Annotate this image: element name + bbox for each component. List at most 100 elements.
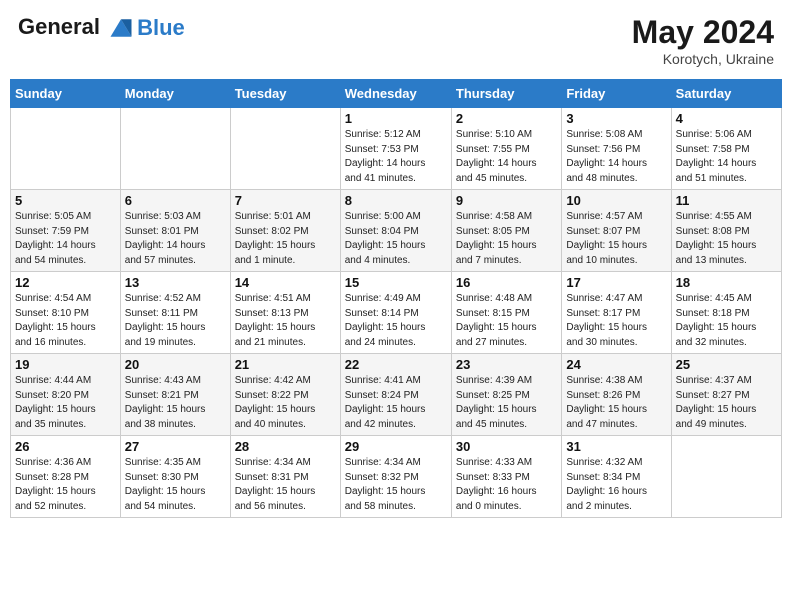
day-of-week-header: Sunday	[11, 80, 121, 108]
calendar-cell: 18 Sunrise: 4:45 AMSunset: 8:18 PMDayligh…	[671, 272, 781, 354]
calendar-week-row: 12 Sunrise: 4:54 AMSunset: 8:10 PMDayligh…	[11, 272, 782, 354]
day-info: Sunrise: 5:05 AMSunset: 7:59 PMDaylight:…	[15, 210, 116, 268]
day-info: Sunrise: 4:49 AMSunset: 8:14 PMDaylight:…	[345, 292, 447, 350]
day-number: 16	[456, 275, 557, 290]
day-info: Sunrise: 4:32 AMSunset: 8:34 PMDaylight:…	[566, 456, 666, 514]
day-info: Sunrise: 4:33 AMSunset: 8:33 PMDaylight:…	[456, 456, 557, 514]
day-info: Sunrise: 4:48 AMSunset: 8:15 PMDaylight:…	[456, 292, 557, 350]
day-info: Sunrise: 5:03 AMSunset: 8:01 PMDaylight:…	[125, 210, 226, 268]
calendar-week-row: 5 Sunrise: 5:05 AMSunset: 7:59 PMDaylight…	[11, 190, 782, 272]
calendar-cell: 24Sunrise: 4:38 AMSunset: 8:26 PMDayligh…	[562, 354, 671, 436]
day-info: Sunrise: 5:10 AMSunset: 7:55 PMDaylight:…	[456, 128, 557, 186]
day-of-week-header: Saturday	[671, 80, 781, 108]
day-of-week-header: Thursday	[451, 80, 561, 108]
calendar-cell: 16 Sunrise: 4:48 AMSunset: 8:15 PMDayligh…	[451, 272, 561, 354]
day-number: 3	[566, 111, 666, 126]
day-number: 19	[15, 357, 116, 372]
day-number: 11	[676, 193, 777, 208]
calendar-cell: 25Sunrise: 4:37 AMSunset: 8:27 PMDayligh…	[671, 354, 781, 436]
calendar-week-row: 26 Sunrise: 4:36 AMSunset: 8:28 PMDayligh…	[11, 436, 782, 518]
calendar-cell: 28Sunrise: 4:34 AMSunset: 8:31 PMDayligh…	[230, 436, 340, 518]
calendar-cell: 14Sunrise: 4:51 AMSunset: 8:13 PMDayligh…	[230, 272, 340, 354]
logo-blue-text: Blue	[137, 15, 185, 40]
day-of-week-header: Tuesday	[230, 80, 340, 108]
day-number: 22	[345, 357, 447, 372]
day-number: 20	[125, 357, 226, 372]
day-info: Sunrise: 4:47 AMSunset: 8:17 PMDaylight:…	[566, 292, 666, 350]
calendar-body: 1 Sunrise: 5:12 AMSunset: 7:53 PMDaylight…	[11, 108, 782, 518]
day-number: 18	[676, 275, 777, 290]
day-info: Sunrise: 4:42 AMSunset: 8:22 PMDaylight:…	[235, 374, 336, 432]
day-number: 2	[456, 111, 557, 126]
calendar-cell: 19Sunrise: 4:44 AMSunset: 8:20 PMDayligh…	[11, 354, 121, 436]
day-number: 6	[125, 193, 226, 208]
day-number: 25	[676, 357, 777, 372]
day-number: 29	[345, 439, 447, 454]
month-title: May 2024	[632, 14, 774, 51]
calendar-cell: 1 Sunrise: 5:12 AMSunset: 7:53 PMDaylight…	[340, 108, 451, 190]
calendar-cell: 11 Sunrise: 4:55 AMSunset: 8:08 PMDayligh…	[671, 190, 781, 272]
day-info: Sunrise: 4:55 AMSunset: 8:08 PMDaylight:…	[676, 210, 777, 268]
day-of-week-header: Monday	[120, 80, 230, 108]
day-number: 13	[125, 275, 226, 290]
day-info: Sunrise: 4:34 AMSunset: 8:32 PMDaylight:…	[345, 456, 447, 514]
day-info: Sunrise: 4:41 AMSunset: 8:24 PMDaylight:…	[345, 374, 447, 432]
title-block: May 2024 Korotych, Ukraine	[632, 14, 774, 67]
calendar-cell	[230, 108, 340, 190]
calendar-week-row: 1 Sunrise: 5:12 AMSunset: 7:53 PMDaylight…	[11, 108, 782, 190]
calendar-cell: 7 Sunrise: 5:01 AMSunset: 8:02 PMDaylight…	[230, 190, 340, 272]
calendar-cell: 22 Sunrise: 4:41 AMSunset: 8:24 PMDayligh…	[340, 354, 451, 436]
day-number: 10	[566, 193, 666, 208]
calendar-cell	[120, 108, 230, 190]
day-number: 12	[15, 275, 116, 290]
day-number: 23	[456, 357, 557, 372]
day-number: 5	[15, 193, 116, 208]
day-info: Sunrise: 5:12 AMSunset: 7:53 PMDaylight:…	[345, 128, 447, 186]
day-info: Sunrise: 4:39 AMSunset: 8:25 PMDaylight:…	[456, 374, 557, 432]
day-info: Sunrise: 4:57 AMSunset: 8:07 PMDaylight:…	[566, 210, 666, 268]
day-info: Sunrise: 4:54 AMSunset: 8:10 PMDaylight:…	[15, 292, 116, 350]
calendar-cell: 30 Sunrise: 4:33 AMSunset: 8:33 PMDayligh…	[451, 436, 561, 518]
calendar-cell: 26 Sunrise: 4:36 AMSunset: 8:28 PMDayligh…	[11, 436, 121, 518]
calendar-cell: 3 Sunrise: 5:08 AMSunset: 7:56 PMDaylight…	[562, 108, 671, 190]
day-number: 1	[345, 111, 447, 126]
calendar-header-row: SundayMondayTuesdayWednesdayThursdayFrid…	[11, 80, 782, 108]
day-info: Sunrise: 4:36 AMSunset: 8:28 PMDaylight:…	[15, 456, 116, 514]
day-info: Sunrise: 5:00 AMSunset: 8:04 PMDaylight:…	[345, 210, 447, 268]
calendar-cell: 21Sunrise: 4:42 AMSunset: 8:22 PMDayligh…	[230, 354, 340, 436]
calendar-cell: 29 Sunrise: 4:34 AMSunset: 8:32 PMDayligh…	[340, 436, 451, 518]
day-number: 27	[125, 439, 226, 454]
day-info: Sunrise: 4:43 AMSunset: 8:21 PMDaylight:…	[125, 374, 226, 432]
calendar-cell: 23 Sunrise: 4:39 AMSunset: 8:25 PMDayligh…	[451, 354, 561, 436]
day-of-week-header: Friday	[562, 80, 671, 108]
day-info: Sunrise: 4:38 AMSunset: 8:26 PMDaylight:…	[566, 374, 666, 432]
calendar-cell: 4Sunrise: 5:06 AMSunset: 7:58 PMDaylight…	[671, 108, 781, 190]
day-info: Sunrise: 5:01 AMSunset: 8:02 PMDaylight:…	[235, 210, 336, 268]
day-info: Sunrise: 4:45 AMSunset: 8:18 PMDaylight:…	[676, 292, 777, 350]
day-info: Sunrise: 4:52 AMSunset: 8:11 PMDaylight:…	[125, 292, 226, 350]
logo: General Blue	[18, 14, 185, 42]
day-number: 9	[456, 193, 557, 208]
day-number: 15	[345, 275, 447, 290]
day-number: 30	[456, 439, 557, 454]
day-of-week-header: Wednesday	[340, 80, 451, 108]
calendar-cell: 27Sunrise: 4:35 AMSunset: 8:30 PMDayligh…	[120, 436, 230, 518]
day-number: 26	[15, 439, 116, 454]
calendar-cell: 15 Sunrise: 4:49 AMSunset: 8:14 PMDayligh…	[340, 272, 451, 354]
location-subtitle: Korotych, Ukraine	[632, 51, 774, 67]
calendar-cell: 31Sunrise: 4:32 AMSunset: 8:34 PMDayligh…	[562, 436, 671, 518]
page-header: General Blue May 2024 Korotych, Ukraine	[10, 10, 782, 71]
calendar-cell	[671, 436, 781, 518]
calendar-cell: 5 Sunrise: 5:05 AMSunset: 7:59 PMDaylight…	[11, 190, 121, 272]
calendar-cell: 2 Sunrise: 5:10 AMSunset: 7:55 PMDaylight…	[451, 108, 561, 190]
day-number: 7	[235, 193, 336, 208]
day-info: Sunrise: 5:08 AMSunset: 7:56 PMDaylight:…	[566, 128, 666, 186]
day-info: Sunrise: 5:06 AMSunset: 7:58 PMDaylight:…	[676, 128, 777, 186]
calendar-cell: 12 Sunrise: 4:54 AMSunset: 8:10 PMDayligh…	[11, 272, 121, 354]
logo-text: General	[18, 14, 135, 42]
day-info: Sunrise: 4:34 AMSunset: 8:31 PMDaylight:…	[235, 456, 336, 514]
calendar-cell: 10 Sunrise: 4:57 AMSunset: 8:07 PMDayligh…	[562, 190, 671, 272]
calendar-cell: 17Sunrise: 4:47 AMSunset: 8:17 PMDayligh…	[562, 272, 671, 354]
day-info: Sunrise: 4:51 AMSunset: 8:13 PMDaylight:…	[235, 292, 336, 350]
calendar-cell: 9Sunrise: 4:58 AMSunset: 8:05 PMDaylight…	[451, 190, 561, 272]
